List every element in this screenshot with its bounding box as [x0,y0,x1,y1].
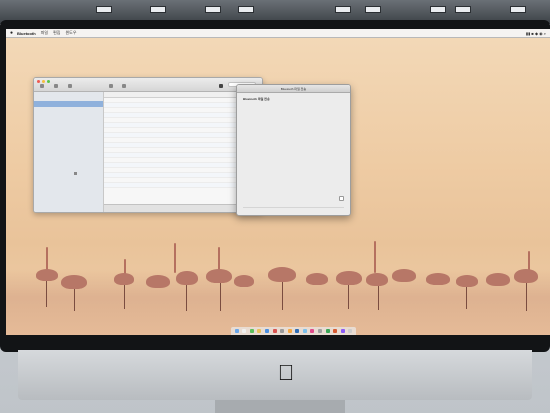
rack-slot [510,6,526,13]
rack-slot [455,6,471,13]
dialog-footer [243,207,344,211]
dock-app-icon[interactable] [302,329,307,333]
flamingo [36,269,58,281]
bluetooth-icon[interactable] [219,84,223,88]
rack-slot [335,6,351,13]
menu-item-edit[interactable]: 편집 [53,30,60,36]
device-icon [74,172,77,175]
wallpaper-flamingos [6,241,550,335]
column-header[interactable] [168,92,200,97]
back-icon[interactable] [40,84,44,88]
flamingo [486,273,510,286]
flamingo-leg [526,283,527,311]
dialog-title: Bluetooth 파일 전송 [237,85,350,93]
sidebar [34,92,104,212]
sidebar-item[interactable] [34,157,103,163]
flamingo-leg [46,281,47,307]
flamingo [114,273,134,285]
dock-app-icon[interactable] [272,329,277,333]
flamingo [306,273,328,285]
flamingo-leg [466,287,467,309]
dock [231,327,356,335]
rack-slot [205,6,221,13]
dock-app-icon[interactable] [340,329,345,333]
column-header[interactable] [104,92,136,97]
dock-app-icon[interactable] [234,329,239,333]
menu-item-window[interactable]: 윈도우 [65,30,76,36]
flamingo-neck [46,247,48,271]
flamingo [146,275,170,288]
dock-app-icon[interactable] [249,329,254,333]
file-browser-window [33,77,263,213]
dialog-checkbox[interactable] [339,196,344,201]
flamingo [392,269,416,282]
flamingo-leg [124,285,125,309]
sidebar-item[interactable] [34,129,103,135]
rack-slot [365,6,381,13]
flamingo [456,275,478,287]
action-icon[interactable] [109,84,113,88]
apple-menu-icon[interactable]: ● [10,30,13,36]
rack-slot [96,6,112,13]
flamingo [206,269,232,283]
dock-app-icon[interactable] [242,329,247,333]
dock-app-icon[interactable] [317,329,322,333]
flamingo-leg [378,286,379,310]
bluetooth-dialog: Bluetooth 파일 전송 Bluetooth 파일 전송 [236,84,351,216]
dock-app-icon[interactable] [348,329,353,333]
dialog-body: Bluetooth 파일 전송 [237,93,350,108]
flamingo-leg [74,289,75,311]
flamingo-leg [186,285,187,311]
menu-app-name[interactable]: Bluetooth [17,31,36,36]
dock-app-icon[interactable] [333,329,338,333]
dock-app-icon[interactable] [295,329,300,333]
flamingo [514,269,538,283]
monitor-chin [18,350,532,400]
rack-slot [430,6,446,13]
screen: ● Bluetooth 파일 편집 윈도우 ▮▮ ■ ◆ ◉ ⌕ Bluetoo… [6,29,550,335]
dock-app-icon[interactable] [280,329,285,333]
dock-app-icon[interactable] [257,329,262,333]
flamingo-neck [174,243,176,273]
flamingo [336,271,362,285]
flamingo-leg [348,285,349,309]
dock-app-icon[interactable] [265,329,270,333]
menu-item-file[interactable]: 파일 [41,30,48,36]
flamingo-leg [220,283,221,311]
minimize-button[interactable] [42,80,45,83]
apple-logo-icon:  [276,362,296,384]
flamingo-neck [218,247,220,271]
flamingo [426,273,450,285]
column-header[interactable] [200,92,232,97]
flamingo-neck [374,241,376,273]
dock-app-icon[interactable] [310,329,315,333]
share-icon[interactable] [122,84,126,88]
close-button[interactable] [37,80,40,83]
menu-bar: ● Bluetooth 파일 편집 윈도우 ▮▮ ■ ◆ ◉ ⌕ [6,29,550,38]
dock-app-icon[interactable] [287,329,292,333]
flamingo [234,275,254,287]
view-icon[interactable] [68,84,72,88]
column-header[interactable] [136,92,168,97]
flamingo [61,275,87,289]
window-toolbar [34,78,262,92]
rack-slot [150,6,166,13]
rack-slot [238,6,254,13]
menu-status-icons[interactable]: ▮▮ ■ ◆ ◉ ⌕ [526,31,546,36]
dialog-heading: Bluetooth 파일 전송 [243,97,270,101]
flamingo [176,271,198,285]
flamingo-leg [282,282,283,310]
flamingo [268,267,296,282]
monitor-stand [215,400,345,413]
dock-app-icon[interactable] [325,329,330,333]
flamingo [366,273,388,286]
zoom-button[interactable] [47,80,50,83]
sidebar-item[interactable] [34,107,103,113]
forward-icon[interactable] [54,84,58,88]
